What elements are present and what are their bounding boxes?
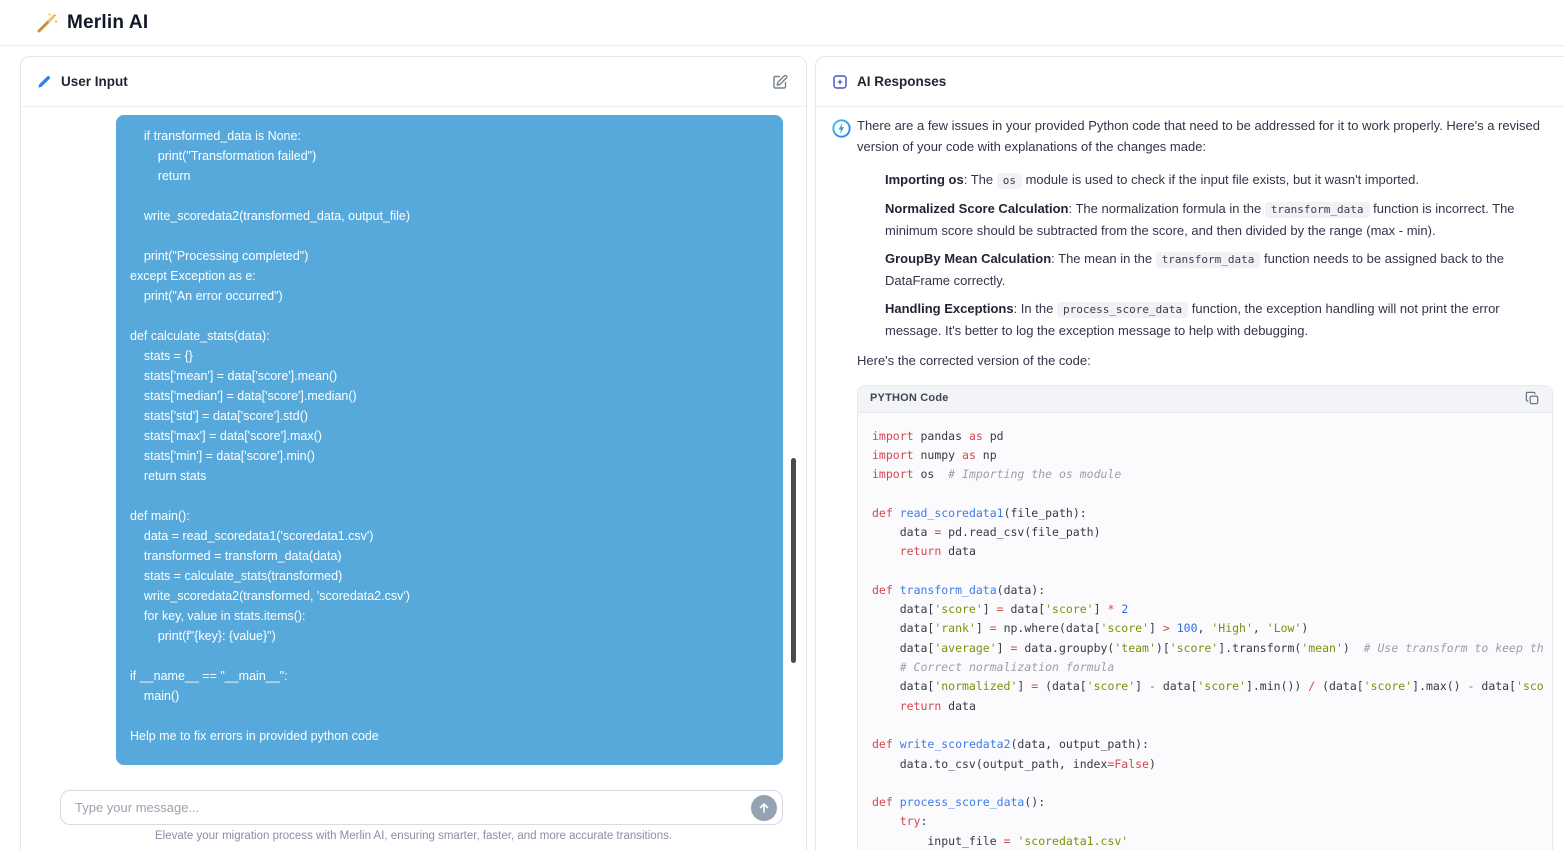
ai-chat-icon xyxy=(832,74,848,90)
issue-label: GroupBy Mean Calculation xyxy=(885,251,1051,266)
code-line: def read_scoredata1(file_path): xyxy=(872,504,1552,523)
issue-label: Importing os xyxy=(885,172,964,187)
inline-code: process_score_data xyxy=(1057,302,1188,318)
code-line: def transform_data(data): xyxy=(872,581,1552,600)
chat-scrollbar-thumb[interactable] xyxy=(791,458,796,663)
app-title: Merlin AI xyxy=(67,12,148,34)
code-line: # Correct normalization formula xyxy=(872,658,1552,677)
merlin-avatar-icon xyxy=(832,119,851,850)
ai-responses-panel-header: AI Responses xyxy=(816,57,1564,107)
code-line xyxy=(872,562,1552,581)
compose-button[interactable] xyxy=(770,72,790,92)
copy-code-button[interactable] xyxy=(1523,389,1542,408)
ai-responses-title: AI Responses xyxy=(857,74,946,89)
code-line: def process_score_data(): xyxy=(872,793,1552,812)
topbar: Merlin AI xyxy=(0,0,1564,46)
user-message-bubble: if transformed_data is None: print("Tran… xyxy=(116,115,783,765)
inline-code: transform_data xyxy=(1265,202,1370,218)
message-composer xyxy=(60,790,783,825)
issue-label: Normalized Score Calculation xyxy=(885,201,1069,216)
ai-outro-paragraph: Here's the corrected version of the code… xyxy=(857,351,1553,372)
code-language-label: PYTHON Code xyxy=(870,388,949,409)
ai-responses-panel: AI Responses There are a few issues in y… xyxy=(815,56,1564,850)
code-line: import numpy as np xyxy=(872,446,1552,465)
user-input-title: User Input xyxy=(61,74,128,89)
code-line xyxy=(872,774,1552,793)
code-line: data['average'] = data.groupby('team')['… xyxy=(872,639,1552,658)
message-input[interactable] xyxy=(75,800,743,815)
inline-code: transform_data xyxy=(1156,252,1261,268)
magic-wand-icon xyxy=(36,12,58,34)
issue-label: Handling Exceptions xyxy=(885,301,1014,316)
issue-item: Importing os: The os module is used to c… xyxy=(885,169,1553,191)
ai-intro-paragraph: There are a few issues in your provided … xyxy=(857,116,1553,157)
code-lines: import pandas as pdimport numpy as npimp… xyxy=(858,413,1552,850)
issue-list: Importing os: The os module is used to c… xyxy=(857,169,1553,341)
code-line: data.to_csv(output_path, index=False) xyxy=(872,755,1552,774)
copy-icon xyxy=(1525,391,1540,406)
code-line: input_file = 'scoredata1.csv' xyxy=(872,832,1552,850)
code-line xyxy=(872,716,1552,735)
inline-code: os xyxy=(997,173,1022,189)
issue-item: Normalized Score Calculation: The normal… xyxy=(885,198,1553,241)
code-line: import pandas as pd xyxy=(872,427,1552,446)
code-line: try: xyxy=(872,812,1552,831)
code-line: data['score'] = data['score'] * 2 xyxy=(872,600,1552,619)
code-line xyxy=(872,484,1552,503)
code-line: data['rank'] = np.where(data['score'] > … xyxy=(872,619,1552,638)
ai-message-row: There are a few issues in your provided … xyxy=(816,107,1564,850)
issue-item: GroupBy Mean Calculation: The mean in th… xyxy=(885,248,1553,291)
pencil-icon xyxy=(37,74,52,89)
code-block: PYTHON Code import pandas as pdimport nu… xyxy=(857,385,1553,850)
send-button[interactable] xyxy=(751,795,777,821)
code-line: data = pd.read_csv(file_path) xyxy=(872,523,1552,542)
compose-icon xyxy=(772,74,788,90)
ai-message-body: There are a few issues in your provided … xyxy=(857,116,1564,850)
code-line: def write_scoredata2(data, output_path): xyxy=(872,735,1552,754)
user-input-panel-header: User Input xyxy=(21,57,806,107)
arrow-up-icon xyxy=(758,802,770,814)
footer-note: Elevate your migration process with Merl… xyxy=(21,830,806,842)
code-block-header: PYTHON Code xyxy=(858,386,1552,413)
user-input-panel: User Input if transformed_data is None: … xyxy=(20,56,807,850)
issue-item: Handling Exceptions: In the process_scor… xyxy=(885,298,1553,341)
code-line: return data xyxy=(872,542,1552,561)
code-line: data['normalized'] = (data['score'] - da… xyxy=(872,677,1552,696)
code-line: return data xyxy=(872,697,1552,716)
code-line: import os # Importing the os module xyxy=(872,465,1552,484)
